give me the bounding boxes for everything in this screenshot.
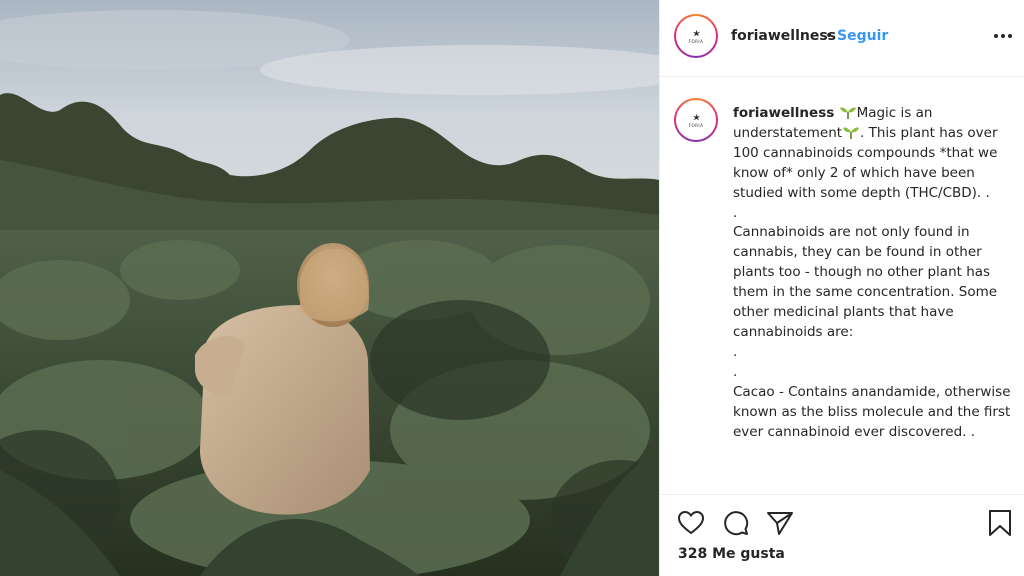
likes-count[interactable]: 328 Me gusta	[678, 546, 785, 562]
avatar-logo: FORIA	[676, 100, 716, 140]
avatar-logo-text: FORIA	[688, 38, 704, 44]
share-icon[interactable]	[766, 509, 794, 537]
caption-body-part2: . This plant has over 100 cannabinoids c…	[733, 124, 1011, 440]
header-username-link[interactable]: foriawellness	[731, 28, 836, 44]
caption-username-link[interactable]: foriawellness	[733, 105, 834, 121]
post-actions: 328 Me gusta	[660, 494, 1024, 576]
caption-section: FORIA foriawellness Magic is an understa…	[660, 78, 1024, 494]
sprout-emoji-icon	[839, 107, 856, 119]
photo-scene	[0, 0, 659, 576]
post-header: FORIA foriawellness • Seguir	[660, 0, 1024, 77]
caption-text: foriawellness Magic is an understatement…	[733, 104, 1013, 442]
post-photo[interactable]	[0, 0, 659, 576]
avatar-logo-text: FORIA	[688, 122, 704, 128]
avatar-logo: FORIA	[676, 16, 716, 56]
bookmark-icon[interactable]	[986, 509, 1014, 537]
more-options-icon[interactable]	[992, 26, 1014, 46]
leaf-logo-icon	[692, 29, 700, 36]
follow-button[interactable]: Seguir	[837, 28, 888, 44]
caption-avatar[interactable]: FORIA	[674, 98, 718, 142]
heart-icon[interactable]	[677, 509, 705, 537]
profile-avatar[interactable]: FORIA	[674, 14, 718, 58]
comment-icon[interactable]	[722, 509, 750, 537]
header-separator: •	[825, 28, 834, 44]
sprout-emoji-icon	[843, 127, 860, 139]
post-side-panel: FORIA foriawellness • Seguir FORIA foria…	[659, 0, 1024, 576]
leaf-logo-icon	[692, 113, 700, 120]
